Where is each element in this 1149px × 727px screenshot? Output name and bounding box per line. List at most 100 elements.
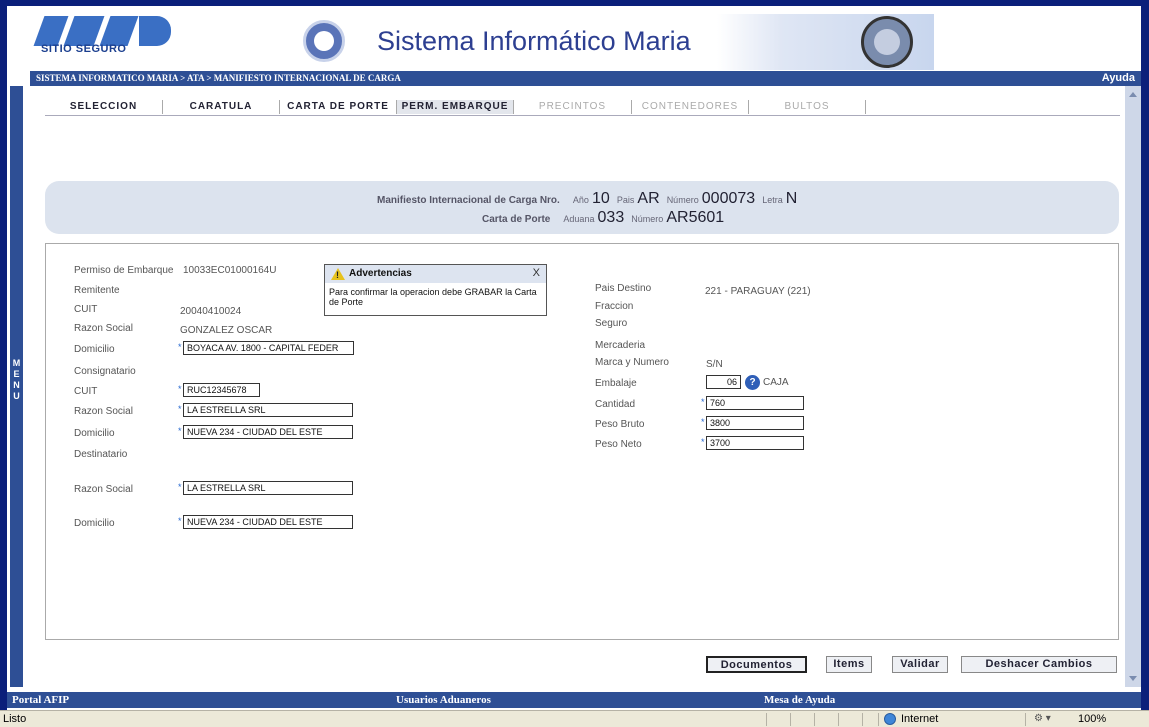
con-cuit-input[interactable]: RUC12345678 [183, 383, 260, 397]
cantidad-input[interactable]: 760 [706, 396, 804, 410]
maria-seal-icon [303, 20, 345, 62]
portal-afip-link[interactable]: Portal AFIP [12, 694, 69, 706]
peso-neto-input[interactable]: 3700 [706, 436, 804, 450]
menu-letter: M [12, 358, 21, 368]
ata-seal-icon [861, 16, 913, 68]
required-mark: * [701, 417, 705, 427]
carta-label: Carta de Porte [482, 214, 551, 225]
window-frame-right [1141, 0, 1149, 727]
rem-razon-label: Razon Social [74, 323, 133, 334]
tab-contenedores[interactable]: CONTENEDORES [632, 100, 749, 114]
marca-label: Marca y Numero [595, 357, 669, 368]
embalaje-desc: CAJA [763, 377, 789, 388]
required-mark: * [178, 384, 182, 394]
permiso-value: 10033EC01000164U [183, 265, 277, 276]
tab-bultos[interactable]: BULTOS [749, 100, 866, 114]
rem-cuit-label: CUIT [74, 304, 98, 315]
rem-domicilio-input[interactable]: BOYACA AV. 1800 - CAPITAL FEDER [183, 341, 354, 355]
status-text: Listo [3, 713, 27, 725]
letra-value: N [785, 190, 798, 207]
menu-letter: E [13, 369, 20, 379]
cantidad-label: Cantidad [595, 399, 636, 410]
marca-value: S/N [706, 359, 723, 370]
consignatario-label: Consignatario [74, 366, 136, 377]
required-mark: * [701, 437, 705, 447]
scroll-up-icon[interactable] [1129, 92, 1137, 97]
numero2-value: AR5601 [666, 209, 725, 226]
tab-caratula[interactable]: CARATULA [163, 100, 280, 114]
peso-bruto-label: Peso Bruto [595, 419, 645, 430]
con-cuit-label: CUIT [74, 386, 98, 397]
warning-popup: ! Advertencias X Para confirmar la opera… [324, 264, 547, 316]
con-razon-label: Razon Social [74, 406, 133, 417]
required-mark: * [701, 397, 705, 407]
manifest-label: Manifiesto Internacional de Carga Nro. [377, 195, 560, 206]
vertical-scrollbar[interactable] [1125, 86, 1141, 687]
numero-value: 000073 [701, 190, 756, 207]
help-icon[interactable]: ? [745, 375, 760, 390]
zone-text: Internet [901, 713, 939, 725]
aduana-value: 033 [597, 209, 625, 226]
des-domicilio-input[interactable]: NUEVA 234 - CIUDAD DEL ESTE [183, 515, 353, 529]
fraccion-label: Fraccion [595, 301, 634, 312]
breadcrumb[interactable]: SISTEMA INFORMATICO MARIA > ATA > MANIFI… [36, 73, 401, 83]
usuarios-aduaneros-link[interactable]: Usuarios Aduaneros [396, 694, 491, 706]
embalaje-input[interactable]: 06 [706, 375, 741, 389]
des-razon-label: Razon Social [74, 484, 133, 495]
permiso-label: Permiso de Embarque [74, 265, 174, 276]
zoom-level[interactable]: 100% [1078, 713, 1106, 725]
pais-destino-label: Pais Destino [595, 283, 652, 294]
menu-letter: U [13, 391, 20, 401]
help-link[interactable]: Ayuda [1102, 72, 1135, 84]
status-bar: Listo Internet ⚙ ▾ 100% [0, 710, 1149, 727]
aduana-label: Aduana [563, 214, 595, 224]
breadcrumb-bar: SISTEMA INFORMATICO MARIA > ATA > MANIFI… [30, 71, 1141, 86]
window-frame-left [0, 0, 7, 727]
popup-header: ! Advertencias X [325, 265, 546, 283]
validar-button[interactable]: Validar [892, 656, 948, 673]
form-panel [45, 243, 1119, 640]
tab-precintos[interactable]: PRECINTOS [514, 100, 632, 114]
required-mark: * [178, 342, 182, 352]
con-razon-input[interactable]: LA ESTRELLA SRL [183, 403, 353, 417]
popup-message: Para confirmar la operacion debe GRABAR … [329, 287, 537, 307]
mesa-de-ayuda-link[interactable]: Mesa de Ayuda [764, 694, 835, 706]
logo-caption: SITIO SEGURO [41, 43, 127, 55]
anio-label: Año [572, 195, 589, 205]
con-domicilio-input[interactable]: NUEVA 234 - CIUDAD DEL ESTE [183, 425, 353, 439]
tab-perm-embarque[interactable]: PERM. EMBARQUE [397, 100, 514, 114]
rem-cuit-value: 20040410024 [180, 306, 242, 317]
rem-domicilio-label: Domicilio [74, 344, 115, 355]
mercaderia-label: Mercaderia [595, 340, 646, 351]
app-title: Sistema Informático Maria [377, 26, 691, 56]
app-window: SITIO SEGURO Sistema Informático Maria S… [0, 0, 1149, 727]
pais-destino-value: 221 - PARAGUAY (221) [705, 286, 811, 297]
numero-label: Número [666, 195, 699, 205]
destinatario-label: Destinatario [74, 449, 128, 460]
deshacer-button[interactable]: Deshacer Cambios [961, 656, 1117, 673]
scroll-down-icon[interactable] [1129, 676, 1137, 681]
items-button[interactable]: Items [826, 656, 872, 673]
seguro-label: Seguro [595, 318, 628, 329]
popup-title: Advertencias [349, 268, 412, 279]
tab-seleccion[interactable]: SELECCION [45, 100, 163, 114]
peso-bruto-input[interactable]: 3800 [706, 416, 804, 430]
embalaje-label: Embalaje [595, 378, 637, 389]
pais-label: Pais [616, 195, 635, 205]
peso-neto-label: Peso Neto [595, 439, 642, 450]
afip-logo[interactable]: SITIO SEGURO [25, 16, 190, 58]
required-mark: * [178, 482, 182, 492]
remitente-label: Remitente [74, 285, 120, 296]
rem-razon-value: GONZALEZ OSCAR [180, 325, 273, 336]
manifest-header: Manifiesto Internacional de Carga Nro. A… [45, 181, 1119, 234]
app-header: SITIO SEGURO Sistema Informático Maria [7, 6, 1141, 70]
con-domicilio-label: Domicilio [74, 428, 115, 439]
addons-icon[interactable]: ⚙ ▾ [1034, 713, 1051, 724]
required-mark: * [178, 426, 182, 436]
anio-value: 10 [591, 190, 610, 207]
close-icon[interactable]: X [533, 267, 540, 279]
des-razon-input[interactable]: LA ESTRELLA SRL [183, 481, 353, 495]
tab-carta-de-porte[interactable]: CARTA DE PORTE [280, 100, 397, 114]
menu-toggle[interactable]: M E N U [10, 86, 23, 687]
documentos-button[interactable]: Documentos [706, 656, 807, 673]
